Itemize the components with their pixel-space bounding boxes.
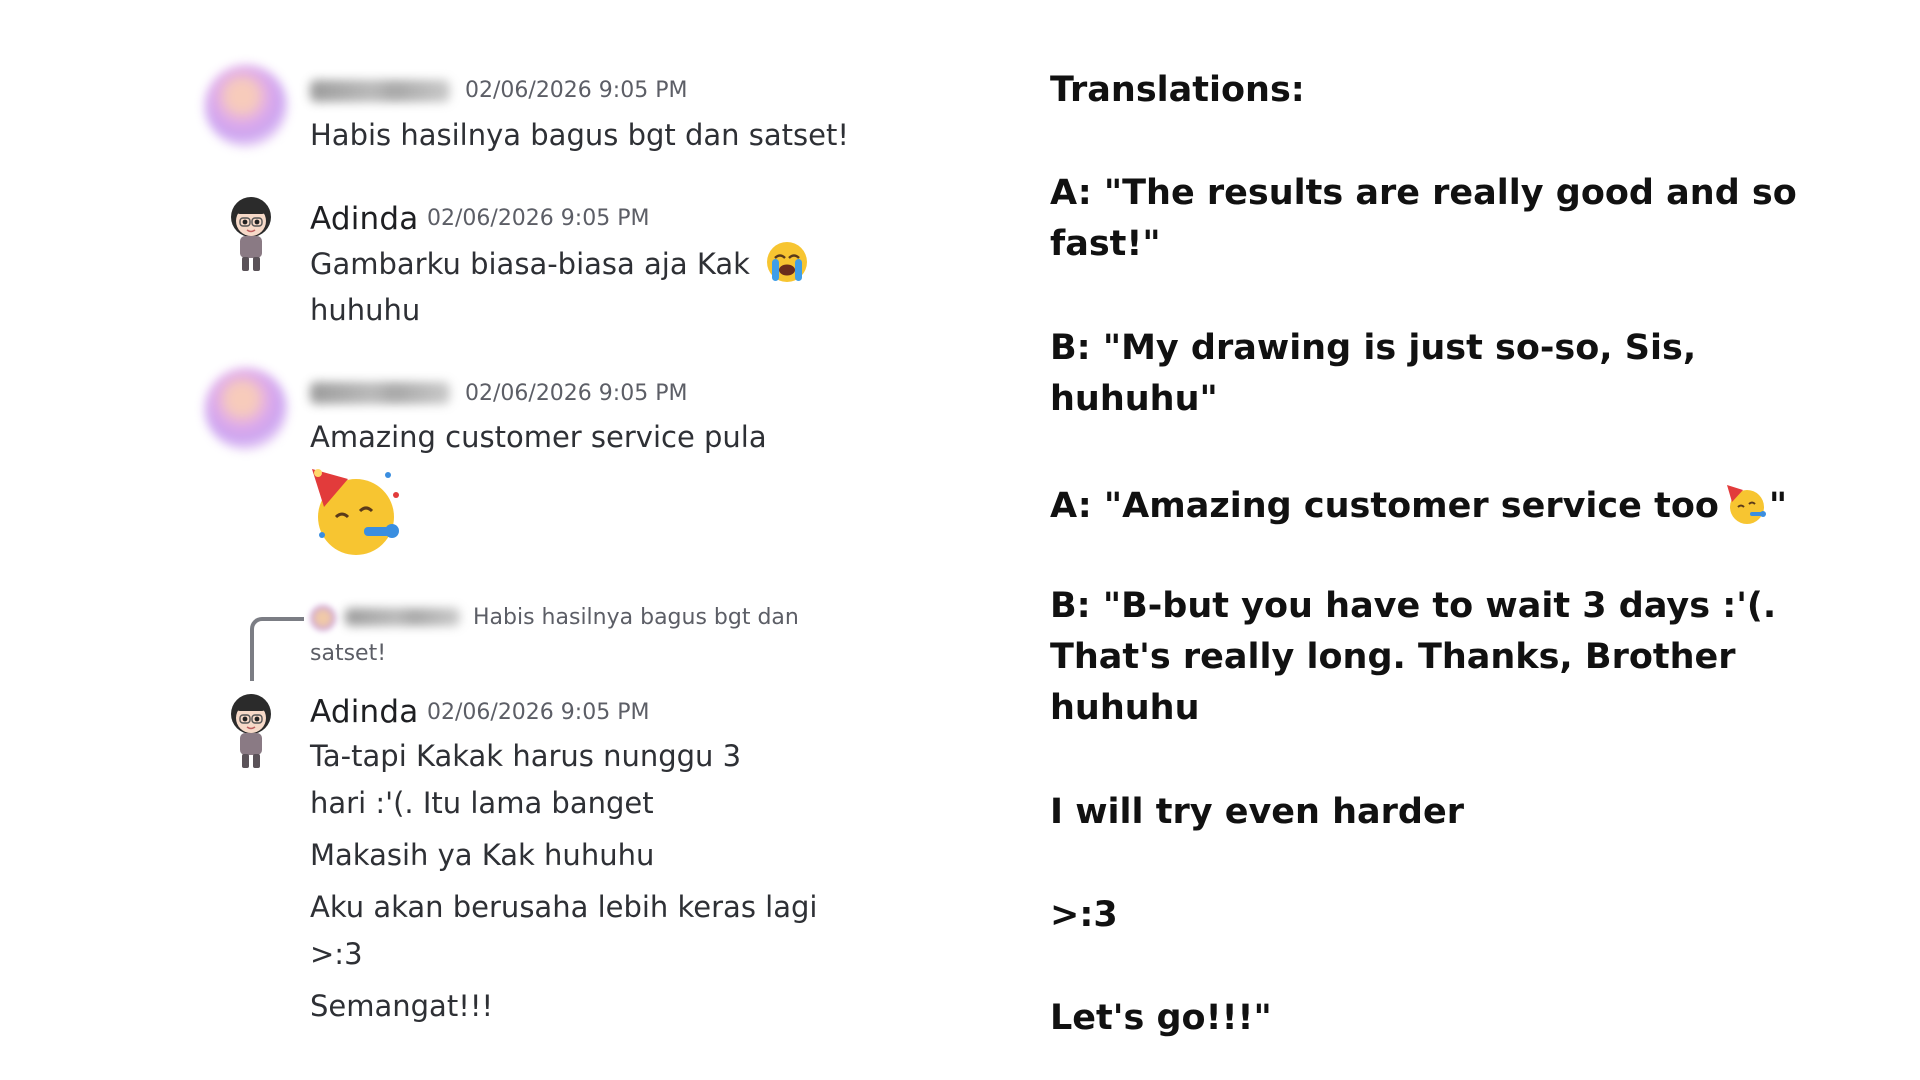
reply-preview-text[interactable]: satset! <box>310 636 386 672</box>
translation-line-with-emoji: A: "Amazing customer service too " <box>1050 483 1787 526</box>
user-avatar[interactable] <box>220 195 282 277</box>
user-avatar[interactable] <box>205 368 287 450</box>
message-author[interactable]: Adinda <box>310 201 418 237</box>
screenshot-canvas: 02/06/2026 9:05 PM Habis hasilnya bagus … <box>0 0 1920 1080</box>
message-text: Habis hasilnya bagus bgt dan satset! <box>310 118 849 152</box>
user-avatar[interactable] <box>220 692 282 774</box>
translation-line: B: "B-but you have to wait 3 days :'(. <box>1050 586 1777 626</box>
message-author[interactable]: Adinda <box>310 694 418 730</box>
translation-line: A: "The results are really good and so <box>1050 173 1797 213</box>
translation-line: I will try even harder <box>1050 792 1464 832</box>
translation-line: That's really long. Thanks, Brother <box>1050 637 1736 677</box>
user-avatar[interactable] <box>205 65 287 147</box>
username-blurred[interactable] <box>310 382 450 404</box>
reply-preview-text[interactable]: Habis hasilnya bagus bgt dan <box>473 600 799 636</box>
message-timestamp: 02/06/2026 9:05 PM <box>427 206 650 231</box>
username-blurred[interactable] <box>310 80 450 102</box>
message-timestamp: 02/06/2026 9:05 PM <box>465 78 688 103</box>
reply-avatar <box>310 605 336 631</box>
message-text: >:3 <box>310 937 363 971</box>
translation-line: huhuhu" <box>1050 379 1218 419</box>
translation-line: A: "Amazing customer service too <box>1050 486 1719 526</box>
translation-line: fast!" <box>1050 224 1161 264</box>
translation-line: Let's go!!!" <box>1050 998 1272 1038</box>
loudly-crying-face-icon <box>767 242 808 282</box>
message-text: Gambarku biasa-biasa aja Kak <box>310 247 750 281</box>
translation-line: huhuhu <box>1050 688 1200 728</box>
message-timestamp: 02/06/2026 9:05 PM <box>465 381 688 406</box>
translation-line: >:3 <box>1050 895 1118 935</box>
partying-face-icon <box>312 469 399 555</box>
translations-heading: Translations: <box>1050 70 1305 110</box>
message-text: Makasih ya Kak huhuhu <box>310 838 655 872</box>
message-text-line: Gambarku biasa-biasa aja Kak <box>310 240 809 288</box>
translation-line: B: "My drawing is just so-so, Sis, <box>1050 328 1697 368</box>
message-text: Ta-tapi Kakak harus nunggu 3 <box>310 739 742 773</box>
message-text: Amazing customer service pula <box>310 420 767 454</box>
translation-line: " <box>1768 486 1788 526</box>
reply-username-blurred <box>345 608 460 626</box>
reply-connector <box>250 617 304 681</box>
chat-log: 02/06/2026 9:05 PM Habis hasilnya bagus … <box>0 0 980 1080</box>
message-text: hari :'(. Itu lama banget <box>310 786 654 820</box>
message-text: huhuhu <box>310 293 421 327</box>
message-text: Semangat!!! <box>310 989 494 1023</box>
message-timestamp: 02/06/2026 9:05 PM <box>427 700 650 725</box>
message-text: Aku akan berusaha lebih keras lagi <box>310 890 818 924</box>
partying-face-icon <box>1726 485 1766 524</box>
